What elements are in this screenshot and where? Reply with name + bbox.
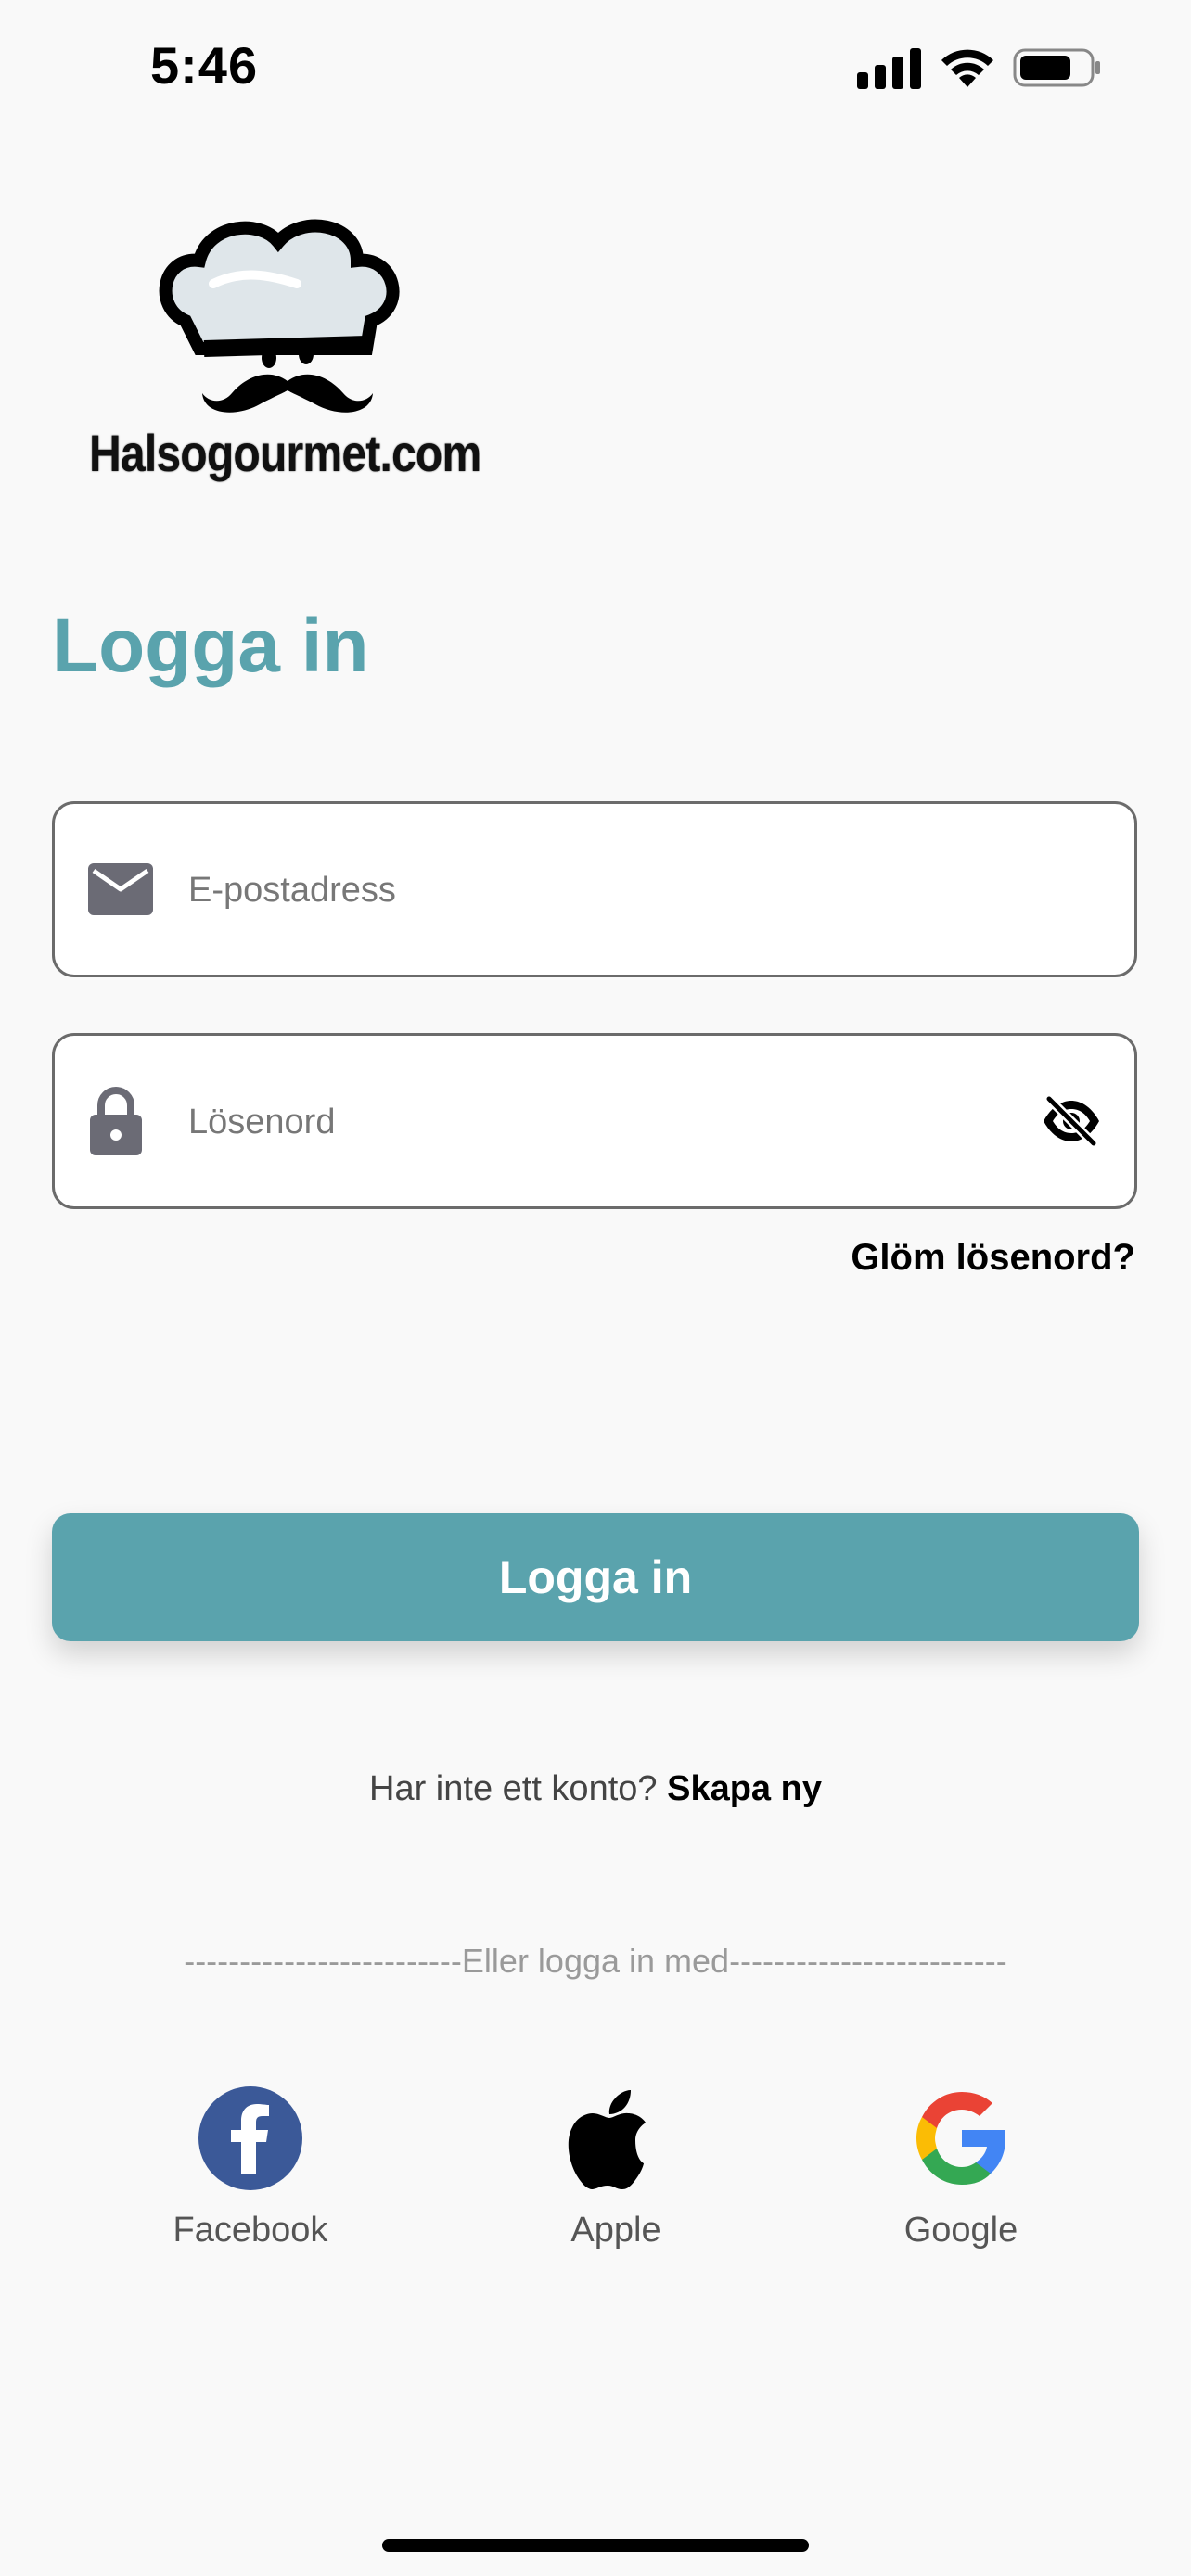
mail-icon — [88, 863, 153, 915]
apple-icon — [568, 2090, 646, 2189]
brand-logo: Halsogourmet.com — [83, 219, 492, 497]
google-icon — [916, 2092, 1005, 2185]
facebook-login-button[interactable]: Facebook — [139, 2086, 362, 2251]
email-field[interactable] — [52, 801, 1137, 977]
status-icons — [857, 46, 1102, 89]
password-field[interactable] — [52, 1033, 1137, 1209]
forgot-password-link[interactable]: Glöm lösenord? — [851, 1237, 1135, 1279]
signup-prompt: Har inte ett konto? — [369, 1769, 658, 1808]
wifi-icon — [941, 49, 993, 87]
lock-icon — [90, 1087, 142, 1155]
facebook-label: Facebook — [173, 2211, 328, 2250]
cellular-signal-icon — [857, 48, 921, 89]
apple-label: Apple — [570, 2211, 661, 2250]
apple-login-button[interactable]: Apple — [505, 2086, 727, 2251]
social-divider: -------------------------Eller logga in … — [184, 1942, 1007, 1980]
home-indicator[interactable] — [382, 2539, 809, 2552]
eye-off-icon[interactable] — [1040, 1095, 1103, 1147]
google-label: Google — [903, 2211, 1018, 2250]
battery-icon — [1013, 48, 1100, 87]
login-button[interactable]: Logga in — [52, 1513, 1139, 1641]
signup-row: Har inte ett konto? Skapa ny — [0, 1769, 1191, 1809]
logo-text: Halsogourmet.com — [89, 424, 481, 482]
status-time: 5:46 — [150, 36, 259, 95]
chef-hat-logo-icon — [159, 219, 400, 413]
password-input[interactable] — [186, 1036, 1025, 1208]
email-input[interactable] — [186, 804, 1025, 976]
facebook-icon — [198, 2086, 302, 2190]
google-login-button[interactable]: Google — [850, 2086, 1072, 2251]
page-title: Logga in — [52, 604, 369, 688]
create-account-link[interactable]: Skapa ny — [667, 1769, 822, 1808]
